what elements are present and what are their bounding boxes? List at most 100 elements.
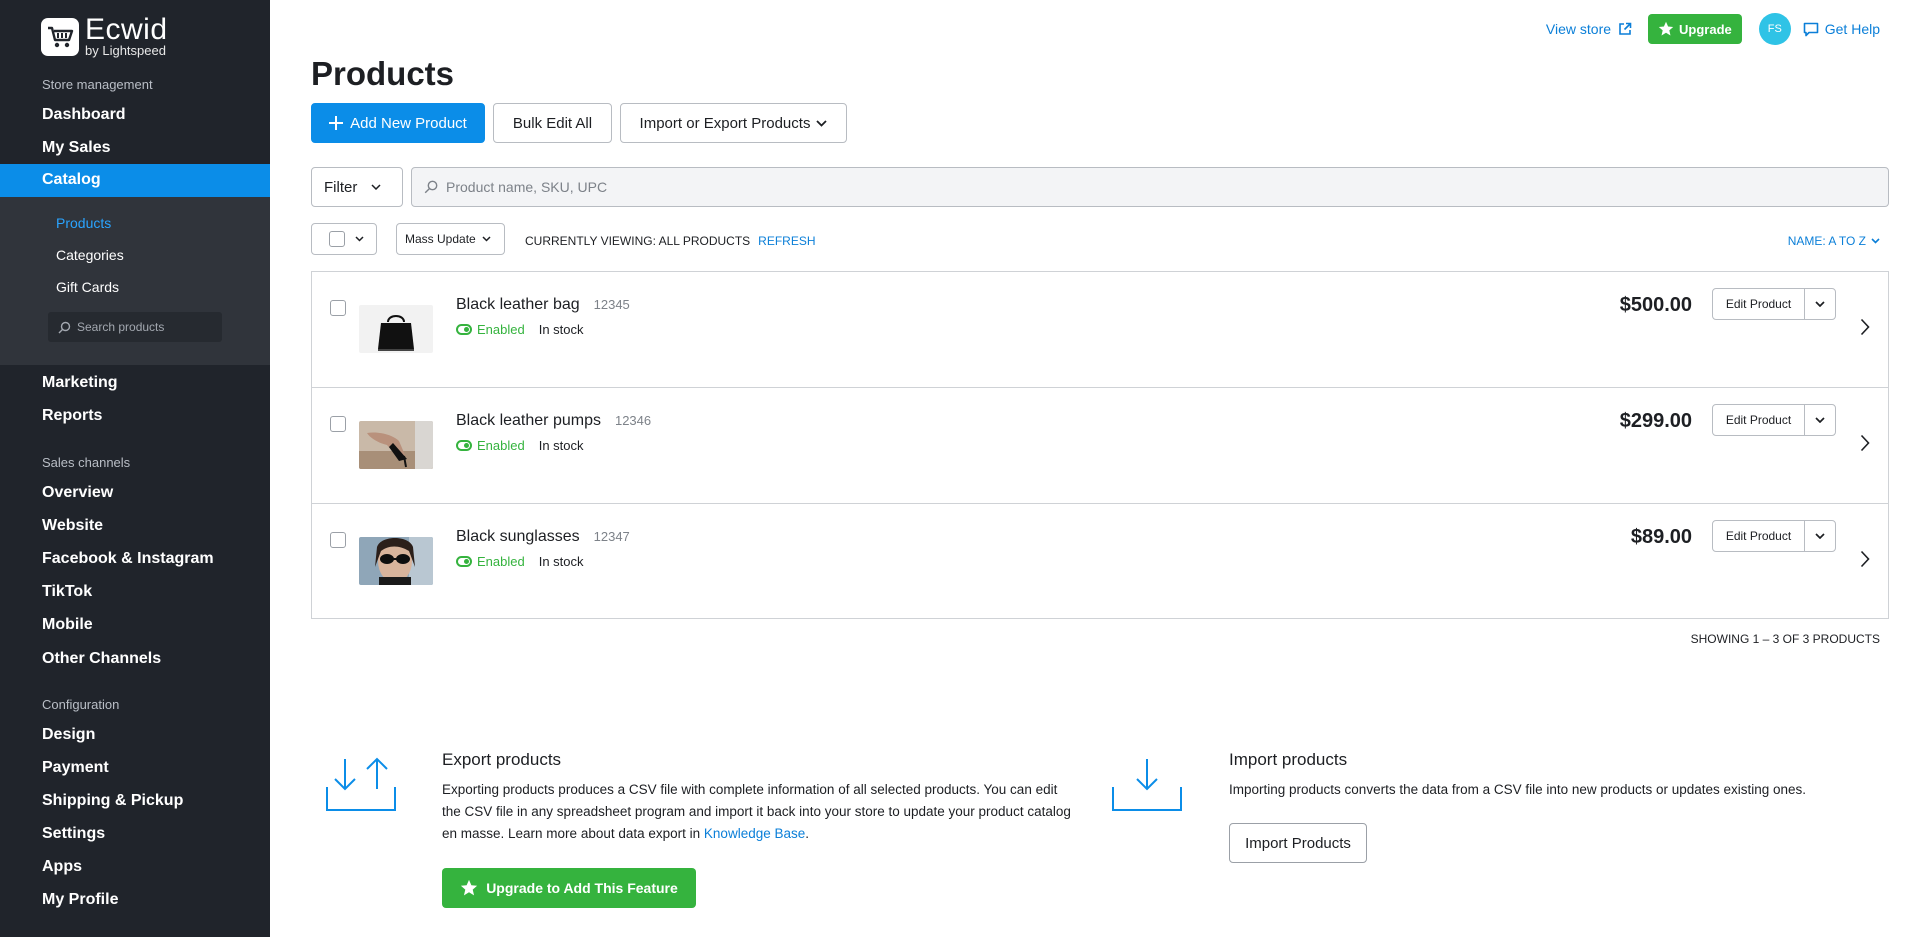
nav-shipping-pickup[interactable]: Shipping & Pickup xyxy=(42,792,183,810)
section-configuration: Configuration xyxy=(42,697,120,712)
product-checkbox[interactable] xyxy=(330,416,346,432)
nav-catalog-label: Catalog xyxy=(42,171,101,188)
bulk-edit-button[interactable]: Bulk Edit All xyxy=(493,103,612,143)
add-new-product-label: Add New Product xyxy=(350,114,467,132)
nav-reports[interactable]: Reports xyxy=(42,407,102,425)
upgrade-button[interactable]: Upgrade xyxy=(1648,14,1742,44)
product-row[interactable]: Black sunglasses 12347 Enabled In stock $… xyxy=(312,504,1888,620)
get-help-link[interactable]: Get Help xyxy=(1803,21,1880,37)
edit-product-button[interactable]: Edit Product xyxy=(1713,521,1805,551)
product-name[interactable]: Black sunglasses 12347 xyxy=(456,528,630,546)
product-name-label: Black sunglasses xyxy=(456,528,580,545)
mass-update-label: Mass Update xyxy=(405,232,476,246)
product-name[interactable]: Black leather pumps 12346 xyxy=(456,412,651,430)
chevron-right-icon[interactable] xyxy=(1860,318,1870,336)
status-enabled: Enabled xyxy=(477,554,525,569)
nav-mobile[interactable]: Mobile xyxy=(42,616,93,634)
refresh-link[interactable]: Refresh xyxy=(758,234,815,248)
toggle-on-icon[interactable] xyxy=(456,324,472,335)
edit-dropdown-button[interactable] xyxy=(1805,521,1835,551)
product-thumbnail-bag[interactable] xyxy=(359,305,433,353)
nav-facebook-instagram[interactable]: Facebook & Instagram xyxy=(42,550,214,568)
nav-payment[interactable]: Payment xyxy=(42,759,109,777)
product-name[interactable]: Black leather bag 12345 xyxy=(456,296,630,314)
nav-marketing[interactable]: Marketing xyxy=(42,374,118,392)
edit-product-group: Edit Product xyxy=(1712,520,1836,552)
cart-icon xyxy=(41,18,79,56)
export-desc-end: . xyxy=(805,826,810,841)
nav-dashboard[interactable]: Dashboard xyxy=(42,106,126,124)
viewing-status: Currently viewing: All products Refresh xyxy=(525,234,816,248)
toggle-on-icon[interactable] xyxy=(456,556,472,567)
mass-update-dropdown[interactable]: Mass Update xyxy=(396,223,505,255)
ecwid-logo[interactable]: Ecwid by Lightspeed xyxy=(41,15,168,58)
status-enabled: Enabled xyxy=(477,322,525,337)
select-all-checkbox[interactable] xyxy=(329,231,345,247)
import-export-dropdown[interactable]: Import or Export Products xyxy=(620,103,847,143)
product-thumbnail-pumps[interactable] xyxy=(359,421,433,469)
product-sku: 12346 xyxy=(614,413,652,428)
product-name-label: Black leather bag xyxy=(456,296,580,313)
nav-my-sales[interactable]: My Sales xyxy=(42,139,110,157)
sidebar-search[interactable] xyxy=(48,312,222,342)
chevron-right-icon[interactable] xyxy=(1860,550,1870,568)
star-icon xyxy=(1658,21,1674,36)
subnav-categories[interactable]: Categories xyxy=(56,247,124,263)
search-icon xyxy=(424,180,438,194)
select-all-dropdown[interactable] xyxy=(311,223,377,255)
product-search-input[interactable] xyxy=(446,179,1846,195)
edit-product-button[interactable]: Edit Product xyxy=(1713,289,1805,319)
add-new-product-button[interactable]: Add New Product xyxy=(311,103,485,143)
nav-my-profile[interactable]: My Profile xyxy=(42,891,118,909)
toggle-on-icon[interactable] xyxy=(456,440,472,451)
product-price: $89.00 xyxy=(1630,526,1692,548)
section-sales-channels: Sales channels xyxy=(42,455,131,470)
stock-status: In stock xyxy=(538,322,584,337)
nav-apps[interactable]: Apps xyxy=(42,858,82,876)
nav-settings[interactable]: Settings xyxy=(42,825,105,843)
knowledge-base-link[interactable]: Knowledge Base xyxy=(704,826,805,841)
product-price: $500.00 xyxy=(1619,294,1692,316)
subnav-gift-cards[interactable]: Gift Cards xyxy=(56,279,119,295)
import-title: Import products xyxy=(1229,750,1348,769)
sort-dropdown[interactable]: Name: A to Z xyxy=(1788,234,1880,248)
product-row[interactable]: Black leather pumps 12346 Enabled In stoc… xyxy=(312,388,1888,504)
edit-product-button[interactable]: Edit Product xyxy=(1713,405,1805,435)
subnav-products[interactable]: Products xyxy=(56,215,111,231)
nav-catalog[interactable]: Catalog xyxy=(0,164,270,197)
chevron-down-icon xyxy=(1815,533,1825,539)
product-search[interactable] xyxy=(411,167,1889,207)
export-title: Export products xyxy=(442,750,562,769)
edit-dropdown-button[interactable] xyxy=(1805,405,1835,435)
avatar[interactable]: FS xyxy=(1758,13,1791,45)
product-row[interactable]: Black leather bag 12345 Enabled In stock … xyxy=(312,272,1888,388)
chevron-down-icon xyxy=(1815,301,1825,307)
filter-button[interactable]: Filter xyxy=(311,167,403,207)
chevron-right-icon[interactable] xyxy=(1860,434,1870,452)
product-sku: 12347 xyxy=(593,529,630,544)
nav-overview[interactable]: Overview xyxy=(42,484,113,502)
chat-icon xyxy=(1803,22,1819,36)
product-checkbox[interactable] xyxy=(330,300,346,316)
status-enabled: Enabled xyxy=(477,438,525,453)
star-icon xyxy=(461,879,478,896)
nav-tiktok[interactable]: TikTok xyxy=(42,583,92,601)
product-list: Black leather bag 12345 Enabled In stock … xyxy=(311,271,1889,619)
upgrade-feature-button[interactable]: Upgrade to Add This Feature xyxy=(442,868,696,908)
nav-website[interactable]: Website xyxy=(42,517,103,535)
pagination-summary: Showing 1 – 3 of 3 products xyxy=(1690,632,1880,646)
product-sku: 12345 xyxy=(593,297,630,312)
top-bar: View store Upgrade FS Get Help xyxy=(1546,13,1880,45)
nav-other-channels[interactable]: Other Channels xyxy=(42,650,161,668)
edit-dropdown-button[interactable] xyxy=(1805,289,1835,319)
chevron-down-icon xyxy=(482,236,491,242)
sidebar-search-input[interactable] xyxy=(77,320,217,334)
import-products-button[interactable]: Import Products xyxy=(1229,823,1367,863)
filter-label: Filter xyxy=(324,178,358,196)
external-link-icon xyxy=(1619,22,1632,35)
nav-design[interactable]: Design xyxy=(42,726,95,744)
sort-label: Name: A to Z xyxy=(1787,234,1866,248)
product-checkbox[interactable] xyxy=(330,532,346,548)
view-store-link[interactable]: View store xyxy=(1546,21,1632,37)
product-thumbnail-sunglasses[interactable] xyxy=(359,537,433,585)
